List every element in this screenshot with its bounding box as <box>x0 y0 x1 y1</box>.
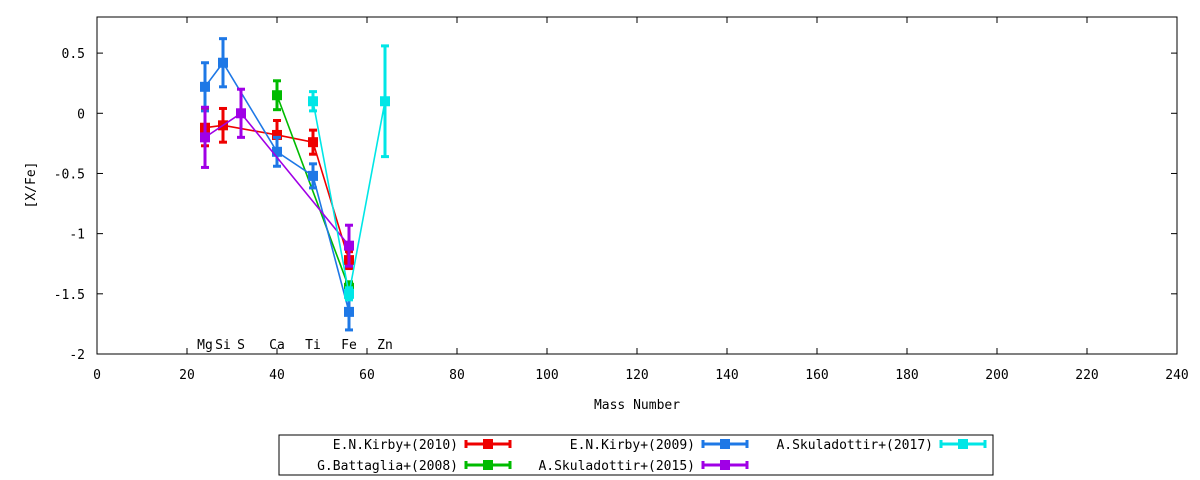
data-point <box>308 96 318 107</box>
x-tick-label: 40 <box>269 368 285 383</box>
element-label: Ca <box>269 338 285 353</box>
data-point <box>200 81 210 92</box>
y-tick-label: -1.5 <box>54 288 85 303</box>
x-tick-label: 140 <box>715 368 738 383</box>
element-label: Mg <box>197 338 213 353</box>
y-tick-label: -0.5 <box>54 167 85 182</box>
x-tick-label: 20 <box>179 368 195 383</box>
data-point <box>308 137 318 148</box>
data-point <box>344 240 354 251</box>
legend-sample-marker <box>720 439 730 449</box>
element-label: Zn <box>377 338 393 353</box>
x-tick-label: 160 <box>805 368 828 383</box>
y-tick-label: 0.5 <box>62 47 85 62</box>
legend: E.N.Kirby+(2010) G.Battaglia+(2008) E.N.Ki… <box>278 434 994 476</box>
element-label: Fe <box>341 338 357 353</box>
legend-label: E.N.Kirby+(2010) <box>333 438 458 453</box>
x-tick-label: 240 <box>1165 368 1188 383</box>
x-tick-label: 60 <box>359 368 375 383</box>
element-labels: Mg Si S Ca Ti Fe Zn <box>197 338 393 353</box>
y-tick-label: 0 <box>77 107 85 122</box>
x-tick-label: 80 <box>449 368 465 383</box>
data-point <box>344 288 354 299</box>
data-point <box>236 108 246 119</box>
x-tick-label: 200 <box>985 368 1008 383</box>
series-line <box>276 94 350 289</box>
y-tick-label: -2 <box>69 348 85 363</box>
data-point <box>380 96 390 107</box>
data-point <box>218 57 228 68</box>
x-tick-label: 100 <box>535 368 558 383</box>
x-tick-label: 0 <box>93 368 101 383</box>
data-point <box>308 170 318 181</box>
legend-label: A.Skuladottir+(2015) <box>538 459 695 474</box>
x-tick-label: 120 <box>625 368 648 383</box>
y-axis-title: [X/Fe] <box>24 162 39 209</box>
element-label: Si <box>215 338 231 353</box>
legend-sample-marker <box>483 439 493 449</box>
y-tick-label: -1 <box>69 228 85 243</box>
data-point <box>272 146 282 157</box>
series-layer <box>200 37 390 332</box>
legend-sample-marker <box>958 439 968 449</box>
x-axis-title: Mass Number <box>594 398 680 413</box>
element-label: Ti <box>305 338 321 353</box>
data-point <box>200 132 210 143</box>
element-label: S <box>237 338 245 353</box>
x-tick-label: 180 <box>895 368 918 383</box>
data-point <box>344 306 354 317</box>
legend-label: A.Skuladottir+(2017) <box>776 438 933 453</box>
x-tick-label: 220 <box>1075 368 1098 383</box>
legend-sample-marker <box>483 460 493 470</box>
plot-frame <box>96 16 1178 355</box>
legend-label: G.Battaglia+(2008) <box>317 459 458 474</box>
legend-sample-marker <box>720 460 730 470</box>
chart-svg: 0 20 40 60 80 100 120 140 160 180 200 220 240 -2 -1.5 -… <box>24 16 1189 476</box>
data-point <box>272 90 282 101</box>
legend-label: E.N.Kirby+(2009) <box>570 438 695 453</box>
